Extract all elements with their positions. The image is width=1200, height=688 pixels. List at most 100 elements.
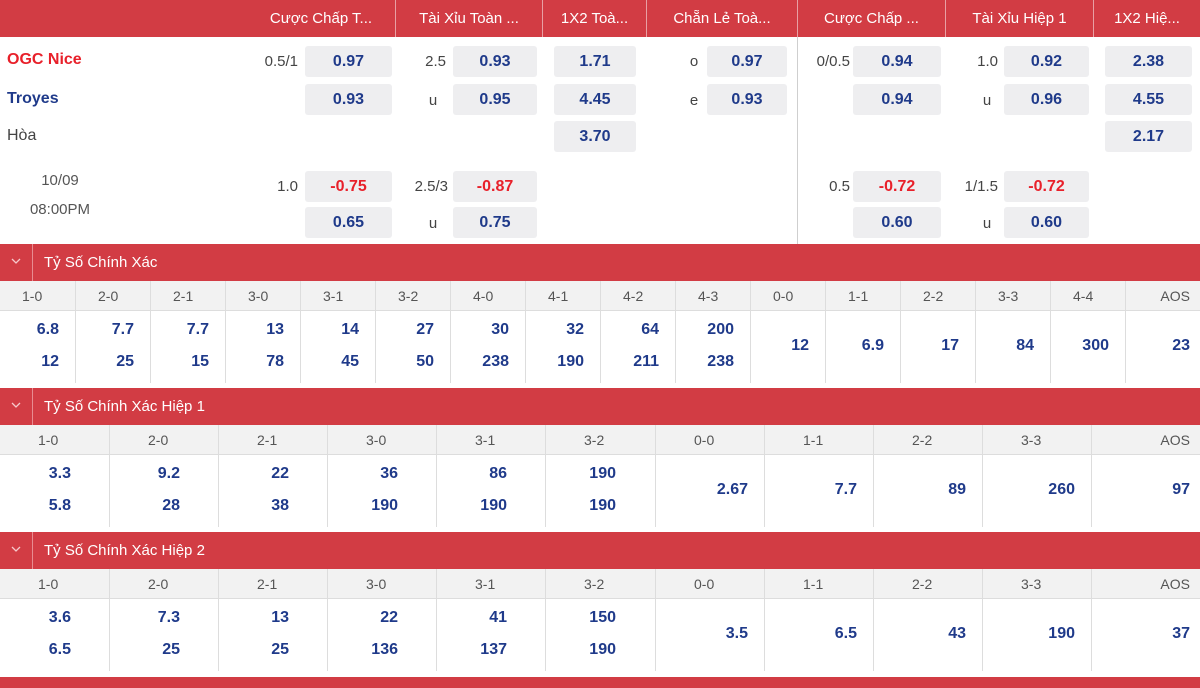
score-cell[interactable]: 2.67 [655,455,764,527]
score-away-odds[interactable]: 50 [416,353,434,371]
score-cell[interactable]: 37 [1091,599,1200,671]
score-cell[interactable]: 7.7 25 [75,311,150,383]
score-cell[interactable]: 7.3 25 [109,599,218,671]
score-cell[interactable]: 97 [1091,455,1200,527]
h1-handicap-home-odds[interactable]: 0.94 [853,46,941,77]
ft-even-odds[interactable]: 0.93 [707,84,787,115]
score-cell[interactable]: 12 [750,311,825,383]
score-odds[interactable]: 6.9 [862,337,884,355]
score-home-odds[interactable]: 9.2 [158,465,180,483]
score-odds[interactable]: 3.5 [726,625,748,643]
header-h1-1x2[interactable]: 1X2 Hiệ... [1093,0,1200,37]
score-away-odds[interactable]: 15 [191,353,209,371]
ft-total-under-odds[interactable]: 0.95 [453,84,537,115]
score-cell[interactable]: 13 25 [218,599,327,671]
score-cell[interactable]: 84 [975,311,1050,383]
score-odds[interactable]: 2.67 [717,481,748,499]
score-odds[interactable]: 23 [1172,337,1190,355]
score-home-odds[interactable]: 7.7 [187,321,209,339]
score-cell[interactable]: 89 [873,455,982,527]
score-odds[interactable]: 89 [948,481,966,499]
score-cell[interactable]: 14 45 [300,311,375,383]
ft-handicap-home-odds[interactable]: 0.97 [305,46,392,77]
score-odds[interactable]: 300 [1082,337,1109,355]
score-cell[interactable]: 3.6 6.5 [0,599,109,671]
score-home-odds[interactable]: 27 [416,321,434,339]
score-home-odds[interactable]: 22 [380,609,398,627]
score-cell[interactable]: 7.7 [764,455,873,527]
score-cell[interactable]: 86 190 [436,455,545,527]
score-odds[interactable]: 43 [948,625,966,643]
ft-odd-odds[interactable]: 0.97 [707,46,787,77]
score-home-odds[interactable]: 32 [566,321,584,339]
ft-1x2-away-odds[interactable]: 4.45 [554,84,636,115]
header-ft-odd-even[interactable]: Chẵn Lẻ Toà... [646,0,797,37]
score-home-odds[interactable]: 7.7 [112,321,134,339]
score-odds[interactable]: 260 [1048,481,1075,499]
score-home-odds[interactable]: 3.3 [49,465,71,483]
header-ft-total[interactable]: Tài Xỉu Toàn ... [395,0,542,37]
score-odds[interactable]: 12 [791,337,809,355]
score-cell[interactable]: 6.9 [825,311,900,383]
away-team-name[interactable]: Troyes [7,90,59,108]
score-away-odds[interactable]: 238 [482,353,509,371]
score-away-odds[interactable]: 190 [371,497,398,515]
score-odds[interactable]: 37 [1172,625,1190,643]
next-section-bar[interactable] [0,677,1200,688]
ft-handicap-away-odds[interactable]: 0.93 [305,84,392,115]
ft-total-over-odds[interactable]: 0.93 [453,46,537,77]
score-cell[interactable]: 3.3 5.8 [0,455,109,527]
score-cell[interactable]: 32 190 [525,311,600,383]
score-cell[interactable]: 260 [982,455,1091,527]
score-cell[interactable]: 190 190 [545,455,654,527]
score-cell[interactable]: 6.8 12 [0,311,75,383]
score-away-odds[interactable]: 190 [480,497,507,515]
section-header[interactable]: Tỷ Số Chính Xác Hiệp 2 [0,532,1200,569]
alt-ft-handicap-away-odds[interactable]: 0.65 [305,207,392,238]
alt-h1-handicap-away-odds[interactable]: 0.60 [853,207,941,238]
score-home-odds[interactable]: 86 [489,465,507,483]
score-away-odds[interactable]: 25 [116,353,134,371]
alt-h1-handicap-home-odds[interactable]: -0.72 [853,171,941,202]
score-away-odds[interactable]: 45 [341,353,359,371]
score-cell[interactable]: 23 [1125,311,1200,383]
ft-1x2-home-odds[interactable]: 1.71 [554,46,636,77]
score-cell[interactable]: 36 190 [327,455,436,527]
score-away-odds[interactable]: 238 [707,353,734,371]
score-home-odds[interactable]: 30 [491,321,509,339]
alt-h1-total-over-odds[interactable]: -0.72 [1004,171,1089,202]
score-away-odds[interactable]: 211 [633,353,659,371]
score-odds[interactable]: 6.5 [835,625,857,643]
chevron-down-icon[interactable] [6,532,26,569]
header-ft-1x2[interactable]: 1X2 Toà... [542,0,646,37]
score-away-odds[interactable]: 25 [271,641,289,659]
h1-handicap-away-odds[interactable]: 0.94 [853,84,941,115]
score-home-odds[interactable]: 200 [707,321,734,339]
chevron-down-icon[interactable] [6,388,26,425]
header-ft-handicap[interactable]: Cược Chấp T... [247,0,395,37]
score-cell[interactable]: 41 137 [436,599,545,671]
h1-total-under-odds[interactable]: 0.96 [1004,84,1089,115]
score-cell[interactable]: 22 136 [327,599,436,671]
score-cell[interactable]: 9.2 28 [109,455,218,527]
score-home-odds[interactable]: 36 [380,465,398,483]
score-odds[interactable]: 7.7 [835,481,857,499]
score-home-odds[interactable]: 7.3 [158,609,180,627]
score-cell[interactable]: 6.5 [764,599,873,671]
score-home-odds[interactable]: 6.8 [37,321,59,339]
ft-1x2-draw-odds[interactable]: 3.70 [554,121,636,152]
score-home-odds[interactable]: 13 [266,321,284,339]
score-cell[interactable]: 3.5 [655,599,764,671]
score-home-odds[interactable]: 3.6 [49,609,71,627]
score-odds[interactable]: 97 [1172,481,1190,499]
chevron-down-icon[interactable] [6,244,26,281]
score-away-odds[interactable]: 12 [41,353,59,371]
h1-1x2-draw-odds[interactable]: 2.17 [1105,121,1192,152]
score-cell[interactable]: 43 [873,599,982,671]
alt-ft-total-under-odds[interactable]: 0.75 [453,207,537,238]
score-home-odds[interactable]: 14 [341,321,359,339]
score-cell[interactable]: 190 [982,599,1091,671]
score-away-odds[interactable]: 190 [557,353,584,371]
header-h1-total[interactable]: Tài Xỉu Hiệp 1 [945,0,1093,37]
score-cell[interactable]: 27 50 [375,311,450,383]
